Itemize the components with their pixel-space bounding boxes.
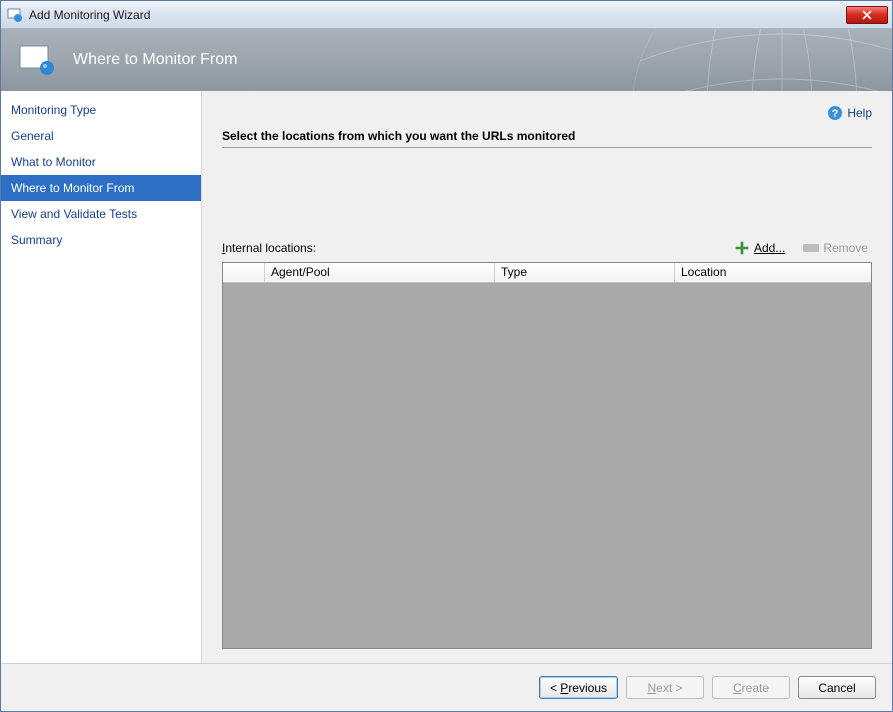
column-header-agent-pool[interactable]: Agent/Pool — [265, 263, 495, 282]
remove-button: Remove — [799, 239, 872, 257]
column-header-type[interactable]: Type — [495, 263, 675, 282]
app-icon — [7, 7, 23, 23]
add-label: Add... — [754, 241, 785, 255]
add-button[interactable]: Add... — [730, 238, 789, 258]
cancel-button[interactable]: Cancel — [798, 676, 876, 699]
sidebar-item-label: Where to Monitor From — [11, 181, 134, 195]
sidebar-item-view-validate-tests[interactable]: View and Validate Tests — [1, 201, 201, 227]
svg-text:?: ? — [832, 108, 839, 120]
column-header-blank[interactable] — [223, 263, 265, 282]
sidebar-item-label: View and Validate Tests — [11, 207, 137, 221]
banner: Where to Monitor From — [1, 29, 892, 91]
body: Monitoring Type General What to Monitor … — [1, 91, 892, 663]
banner-icon — [19, 45, 55, 75]
sidebar-item-monitoring-type[interactable]: Monitoring Type — [1, 97, 201, 123]
close-button[interactable] — [846, 6, 888, 24]
next-button: Next > — [626, 676, 704, 699]
help-row: ? Help — [222, 103, 872, 123]
content-pane: ? Help Select the locations from which y… — [202, 91, 892, 663]
table-label: Internal locations: — [222, 241, 730, 255]
previous-button[interactable]: < Previous — [539, 676, 618, 699]
create-button: Create — [712, 676, 790, 699]
sidebar-item-label: General — [11, 129, 54, 143]
locations-table: Agent/Pool Type Location — [222, 262, 872, 649]
banner-title: Where to Monitor From — [73, 51, 237, 69]
sidebar: Monitoring Type General What to Monitor … — [1, 91, 202, 663]
sidebar-item-label: Summary — [11, 233, 62, 247]
column-header-location[interactable]: Location — [675, 263, 871, 282]
table-toolbar: Internal locations: Add... Remove — [222, 238, 872, 258]
sidebar-item-where-to-monitor-from[interactable]: Where to Monitor From — [1, 175, 201, 201]
titlebar: Add Monitoring Wizard — [1, 1, 892, 29]
sidebar-item-summary[interactable]: Summary — [1, 227, 201, 253]
table-header: Agent/Pool Type Location — [223, 263, 871, 283]
footer: < Previous Next > Create Cancel — [1, 663, 892, 711]
window-title: Add Monitoring Wizard — [29, 8, 846, 22]
minus-icon — [803, 244, 819, 252]
cancel-label: Cancel — [818, 681, 855, 695]
help-icon: ? — [827, 105, 843, 121]
table-body-empty — [223, 283, 871, 648]
wizard-window: Add Monitoring Wizard — [0, 0, 893, 712]
help-link[interactable]: Help — [847, 106, 872, 120]
globe-decoration — [632, 29, 892, 91]
plus-icon — [734, 240, 750, 256]
remove-label: Remove — [823, 241, 868, 255]
sidebar-item-label: What to Monitor — [11, 155, 96, 169]
sidebar-item-general[interactable]: General — [1, 123, 201, 149]
sidebar-item-label: Monitoring Type — [11, 103, 96, 117]
sidebar-item-what-to-monitor[interactable]: What to Monitor — [1, 149, 201, 175]
instruction-text: Select the locations from which you want… — [222, 129, 872, 148]
